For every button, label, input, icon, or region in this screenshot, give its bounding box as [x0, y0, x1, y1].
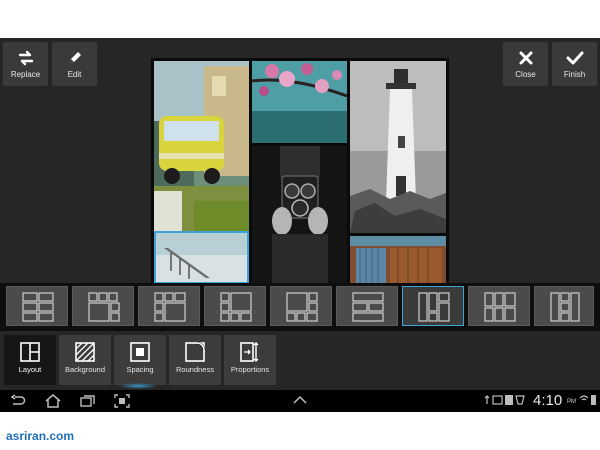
- collage-canvas[interactable]: [151, 58, 449, 284]
- layout-thumbnail-icon: [154, 292, 186, 322]
- watermark-text: asriran.com: [6, 429, 75, 443]
- close-label: Close: [515, 70, 536, 79]
- tab-background-label: Background: [64, 365, 106, 374]
- layout-thumbnail-icon: [22, 292, 54, 322]
- notification-icons: [484, 395, 525, 405]
- layout-thumbnail-icon: [88, 292, 120, 322]
- tab-layout[interactable]: Layout: [4, 335, 56, 385]
- chevron-up-icon[interactable]: [292, 394, 308, 406]
- status-ampm: PM: [567, 399, 576, 405]
- tab-spacing-label: Spacing: [126, 365, 154, 374]
- layout-strip: [0, 283, 600, 331]
- replace-icon: [18, 50, 33, 66]
- background-icon: [75, 342, 95, 362]
- screenshot-icon[interactable]: [114, 394, 130, 408]
- pencil-icon: [69, 52, 81, 63]
- layout-thumbnail-icon: [220, 292, 252, 322]
- finish-label: Finish: [563, 70, 586, 79]
- photo-cherry-blossom[interactable]: [252, 61, 347, 143]
- layout-option-5[interactable]: [270, 286, 332, 326]
- tab-spacing[interactable]: Spacing: [114, 335, 166, 385]
- photo-lighthouse[interactable]: [350, 61, 446, 233]
- layout-option-1[interactable]: [6, 286, 68, 326]
- tab-proportions[interactable]: Proportions: [224, 335, 276, 385]
- status-time: 4:10: [533, 392, 563, 409]
- layout-option-9[interactable]: [534, 286, 594, 326]
- home-icon[interactable]: [44, 394, 62, 408]
- finish-button[interactable]: Finish: [552, 42, 597, 86]
- edit-label: Edit: [67, 70, 82, 79]
- close-icon: [519, 51, 532, 65]
- layout-thumbnail-icon: [352, 292, 384, 322]
- layout-icon: [20, 342, 40, 362]
- layout-option-7-selected[interactable]: [402, 286, 464, 326]
- layout-option-2[interactable]: [72, 286, 134, 326]
- tab-roundness[interactable]: Roundness: [169, 335, 221, 385]
- layout-thumbnail-icon: [286, 292, 318, 322]
- tab-layout-label: Layout: [18, 365, 42, 374]
- top-margin: [0, 0, 600, 38]
- replace-button[interactable]: Replace: [3, 42, 48, 86]
- wifi-battery-icon: [579, 395, 596, 405]
- layout-thumbnail-icon: [550, 292, 580, 322]
- photo-camera-hands[interactable]: [252, 146, 347, 284]
- replace-label: Replace: [10, 70, 41, 79]
- layout-option-6[interactable]: [336, 286, 398, 326]
- edit-button[interactable]: Edit: [52, 42, 97, 86]
- spacing-icon: [130, 342, 150, 362]
- tab-background[interactable]: Background: [59, 335, 111, 385]
- layout-option-4[interactable]: [204, 286, 266, 326]
- proportions-icon: [240, 342, 259, 362]
- layout-option-3[interactable]: [138, 286, 200, 326]
- tab-roundness-label: Roundness: [176, 365, 214, 374]
- tool-tabs: Layout Background Spacing Roundness Prop…: [0, 331, 600, 390]
- roundness-icon: [185, 342, 206, 362]
- close-button[interactable]: Close: [503, 42, 548, 86]
- tab-proportions-label: Proportions: [230, 365, 270, 374]
- layout-thumbnail-icon: [418, 292, 450, 322]
- back-icon[interactable]: [10, 394, 26, 408]
- system-nav-bar: 4:10 PM: [0, 390, 600, 412]
- recent-apps-icon[interactable]: [80, 394, 96, 408]
- checkmark-icon: [566, 51, 583, 65]
- photo-pier[interactable]: [154, 231, 249, 284]
- layout-thumbnail-icon: [484, 292, 516, 322]
- photo-wooden-house[interactable]: [350, 236, 446, 284]
- layout-option-8[interactable]: [468, 286, 530, 326]
- scroll-glow: [118, 383, 158, 389]
